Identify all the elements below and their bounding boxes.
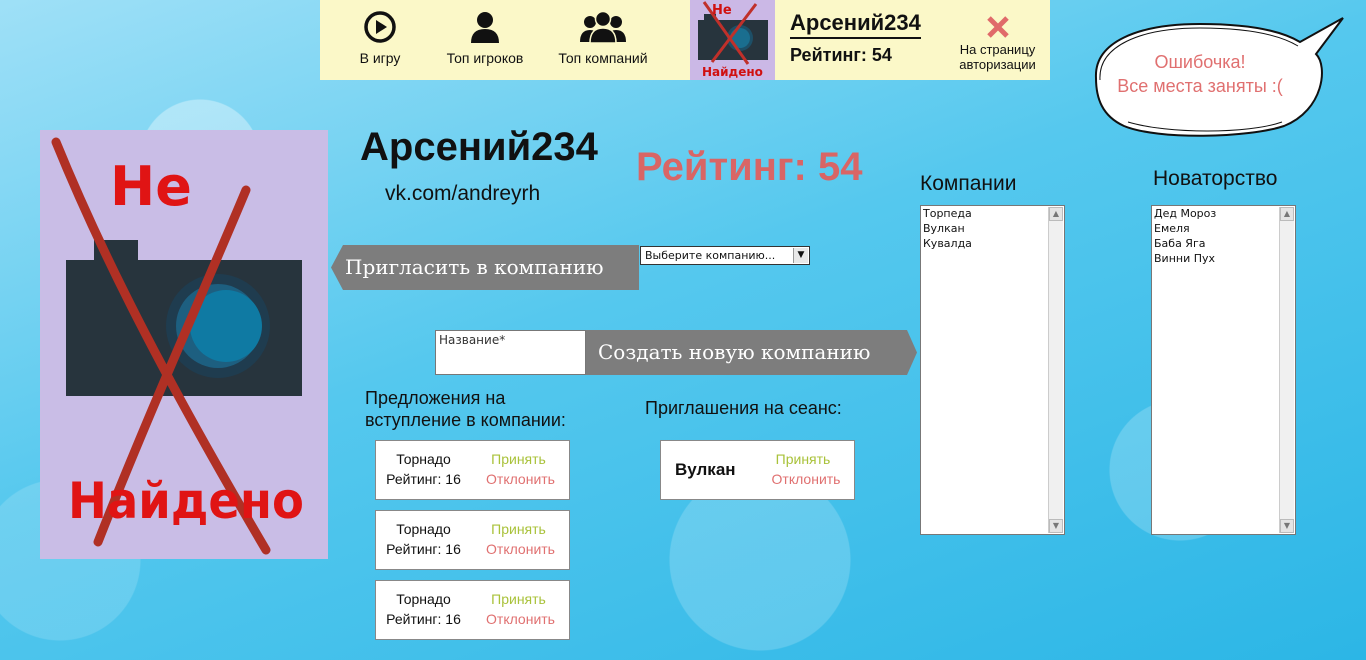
offer-accept-link[interactable]: Принять (486, 521, 551, 537)
header-username[interactable]: Арсений234 (790, 10, 921, 39)
logout-label-line1: На страницу (959, 42, 1036, 57)
chevron-down-icon: ▼ (793, 248, 808, 263)
offer-company-rating: Рейтинг: 16 (386, 611, 461, 627)
list-item[interactable]: Дед Мороз (1152, 206, 1295, 221)
offers-title-line1: Предложения на (365, 388, 506, 408)
offer-company-name: Торнадо (396, 591, 451, 607)
offer-card: Торнадо Рейтинг: 16 Принять Отклонить (375, 440, 570, 500)
company-select[interactable]: Выберите компанию... ▼ (640, 246, 810, 265)
avatar-text-bottom: Найдено (68, 472, 304, 530)
session-accept-link[interactable]: Принять (773, 451, 833, 467)
companies-title: Компании (920, 172, 1017, 195)
nav-play[interactable]: В игру (350, 10, 410, 66)
list-item[interactable]: Кувалда (921, 236, 1064, 251)
offer-card: Торнадо Рейтинг: 16 Принять Отклонить (375, 580, 570, 640)
profile-link[interactable]: vk.com/andreyrh (385, 182, 540, 206)
list-item[interactable]: Баба Яга (1152, 236, 1295, 251)
nav-top-players[interactable]: Топ игроков (440, 10, 530, 66)
offer-company-name: Торнадо (396, 451, 451, 467)
companies-listbox[interactable]: Торпеда Вулкан Кувалда ▲ ▼ (920, 205, 1065, 535)
nav-top-players-label: Топ игроков (446, 50, 524, 66)
company-name-input[interactable]: Название* (435, 330, 586, 375)
list-item[interactable]: Винни Пух (1152, 251, 1295, 266)
offer-accept-link[interactable]: Принять (486, 591, 551, 607)
offer-company-rating: Рейтинг: 16 (386, 471, 461, 487)
list-item[interactable]: Вулкан (921, 221, 1064, 236)
offer-decline-link[interactable]: Отклонить (478, 471, 563, 487)
svg-text:Найдено: Найдено (702, 65, 763, 79)
companies-scrollbar[interactable]: ▲ ▼ (1048, 207, 1063, 533)
list-item[interactable]: Емеля (1152, 221, 1295, 236)
logout-link[interactable]: На страницу авторизации (950, 14, 1045, 72)
error-notice: Ошибочка! Все места заняты :( (1100, 50, 1300, 98)
innovation-scrollbar[interactable]: ▲ ▼ (1279, 207, 1294, 533)
profile-avatar: Не Найдено (40, 130, 328, 559)
nav-play-label: В игру (359, 50, 401, 66)
avatar-text-top: Не (110, 155, 192, 218)
logout-label-line2: авторизации (959, 57, 1036, 72)
profile-name: Арсений234 (360, 125, 598, 169)
offer-decline-link[interactable]: Отклонить (478, 541, 563, 557)
nav-top-companies[interactable]: Топ компаний (553, 10, 653, 66)
not-found-image-icon: Не Найдено (698, 1, 768, 79)
nav-top-companies-label: Топ компаний (558, 50, 648, 66)
invite-to-company-button[interactable]: Пригласить в компанию (331, 245, 639, 290)
offers-title: Предложения на вступление в компании: (365, 387, 566, 431)
header-rating: Рейтинг: 54 (790, 45, 892, 65)
profile-rating: Рейтинг: 54 (636, 145, 863, 189)
play-icon (364, 11, 396, 43)
scroll-down-icon[interactable]: ▼ (1280, 519, 1294, 533)
list-item[interactable]: Торпеда (921, 206, 1064, 221)
user-icon (471, 12, 499, 43)
session-invite-card: Вулкан Принять Отклонить (660, 440, 855, 500)
not-found-image-icon: Не Найдено (51, 137, 304, 555)
scroll-down-icon[interactable]: ▼ (1049, 519, 1063, 533)
scroll-up-icon[interactable]: ▲ (1049, 207, 1063, 221)
error-notice-title: Ошибочка! (1154, 52, 1246, 72)
header-avatar[interactable]: Не Найдено (690, 0, 775, 80)
create-company-button[interactable]: Создать новую компанию (586, 330, 917, 375)
session-decline-link[interactable]: Отклонить (765, 471, 847, 487)
offer-company-name: Торнадо (396, 521, 451, 537)
session-company-name: Вулкан (675, 460, 736, 479)
innovation-listbox[interactable]: Дед Мороз Емеля Баба Яга Винни Пух ▲ ▼ (1151, 205, 1296, 535)
users-group-icon (580, 10, 626, 44)
sessions-title: Приглашения на сеанс: (645, 398, 842, 418)
offer-card: Торнадо Рейтинг: 16 Принять Отклонить (375, 510, 570, 570)
svg-text:Не: Не (712, 3, 732, 18)
close-icon (986, 16, 1009, 38)
error-notice-message: Все места заняты :( (1117, 76, 1283, 96)
offer-decline-link[interactable]: Отклонить (478, 611, 563, 627)
offer-accept-link[interactable]: Принять (486, 451, 551, 467)
top-navigation-bar: В игру Топ игроков Топ компаний (320, 0, 1050, 80)
innovation-title: Новаторство (1153, 167, 1278, 190)
offers-title-line2: вступление в компании: (365, 410, 566, 430)
company-select-value: Выберите компанию... (645, 249, 776, 262)
offer-company-rating: Рейтинг: 16 (386, 541, 461, 557)
scroll-up-icon[interactable]: ▲ (1280, 207, 1294, 221)
